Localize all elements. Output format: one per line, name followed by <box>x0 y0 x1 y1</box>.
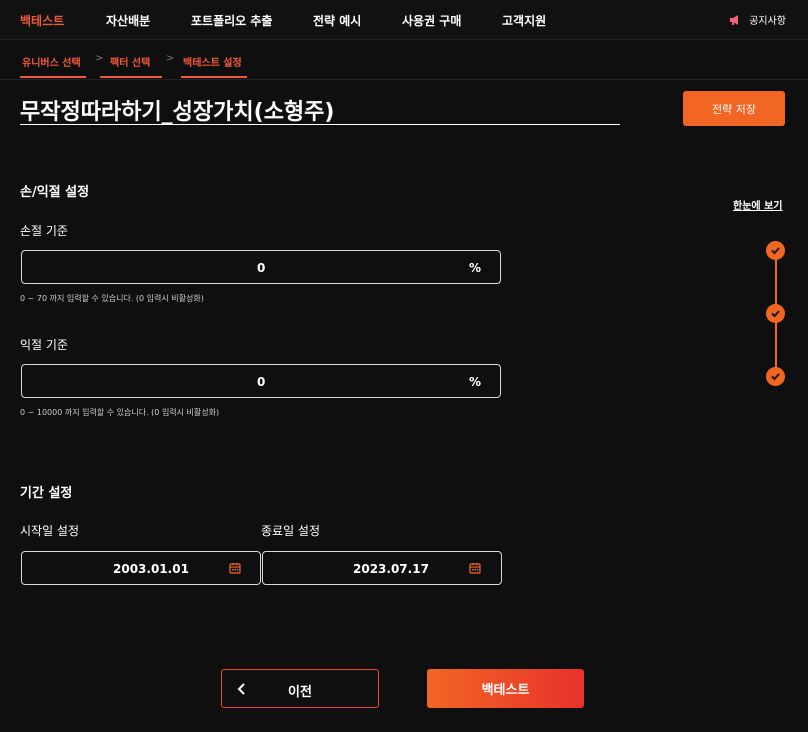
calendar-icon[interactable] <box>229 562 241 574</box>
notice-link[interactable]: 공지사항 <box>729 12 786 27</box>
step-breadcrumb: 유니버스 선택 > 팩터 선택 > 백테스트 설정 <box>0 40 808 80</box>
overview-link[interactable]: 한눈에 보기 <box>733 197 782 212</box>
run-backtest-button[interactable]: 백테스트 <box>427 669 584 708</box>
step-universe-underline <box>20 76 86 78</box>
stop-loss-unit: % <box>469 261 482 275</box>
nav-item-asset-allocation[interactable]: 자산배분 <box>106 12 150 29</box>
step-factor-select[interactable]: 팩터 선택 <box>110 54 150 69</box>
title-underline <box>20 124 620 125</box>
step-backtest-underline <box>181 76 247 78</box>
previous-button[interactable]: 이전 <box>221 669 379 708</box>
step-factor-underline <box>100 76 162 78</box>
end-date-input[interactable]: 2023.07.17 <box>262 551 502 585</box>
start-date-input[interactable]: 2003.01.01 <box>21 551 261 585</box>
chevron-right-icon: > <box>166 53 175 64</box>
chevron-right-icon: > <box>95 53 104 64</box>
nav-item-license-purchase[interactable]: 사용권 구매 <box>402 12 461 29</box>
period-section-title: 기간 설정 <box>20 486 73 501</box>
stop-loss-label: 손절 기준 <box>20 224 68 238</box>
stop-loss-hint: 0 ~ 70 까지 입력할 수 있습니다. (0 입력시 비활성화) <box>20 294 204 303</box>
previous-button-label: 이전 <box>288 685 312 700</box>
take-profit-hint: 0 ~ 10000 까지 입력할 수 있습니다. (0 입력시 비활성화) <box>20 408 220 417</box>
check-icon <box>771 373 780 381</box>
start-date-value: 2003.01.01 <box>113 562 189 576</box>
nav-item-portfolio-extract[interactable]: 포트폴리오 추출 <box>191 12 272 29</box>
take-profit-value: 0 <box>257 375 266 389</box>
step-backtest-settings[interactable]: 백테스트 설정 <box>183 54 242 69</box>
step-universe-select[interactable]: 유니버스 선택 <box>22 54 81 69</box>
take-profit-unit: % <box>469 375 482 389</box>
stoploss-section-title: 손/익절 설정 <box>20 185 90 200</box>
notice-label: 공지사항 <box>749 16 786 27</box>
step-complete-check-icon[interactable] <box>766 367 785 386</box>
nav-item-strategy-examples[interactable]: 전략 예시 <box>313 12 361 29</box>
save-strategy-button[interactable]: 전략 저장 <box>683 91 785 126</box>
start-date-label: 시작일 설정 <box>20 524 80 538</box>
megaphone-icon <box>730 14 739 25</box>
take-profit-label: 익절 기준 <box>20 338 68 352</box>
calendar-icon[interactable] <box>469 562 481 574</box>
step-complete-check-icon[interactable] <box>766 241 785 260</box>
check-icon <box>771 310 780 318</box>
nav-item-backtest[interactable]: 백테스트 <box>20 12 64 29</box>
stop-loss-input[interactable]: 0 % <box>21 250 501 284</box>
check-icon <box>771 247 780 255</box>
strategy-title[interactable]: 무작정따라하기_성장가치(소형주) <box>20 94 334 126</box>
end-date-label: 종료일 설정 <box>261 524 321 538</box>
end-date-value: 2023.07.17 <box>353 562 429 576</box>
stop-loss-value: 0 <box>257 261 266 275</box>
take-profit-input[interactable]: 0 % <box>21 364 501 398</box>
nav-item-support[interactable]: 고객지원 <box>502 12 546 29</box>
top-navigation: 백테스트 자산배분 포트폴리오 추출 전략 예시 사용권 구매 고객지원 공지사… <box>0 0 808 40</box>
step-complete-check-icon[interactable] <box>766 304 785 323</box>
